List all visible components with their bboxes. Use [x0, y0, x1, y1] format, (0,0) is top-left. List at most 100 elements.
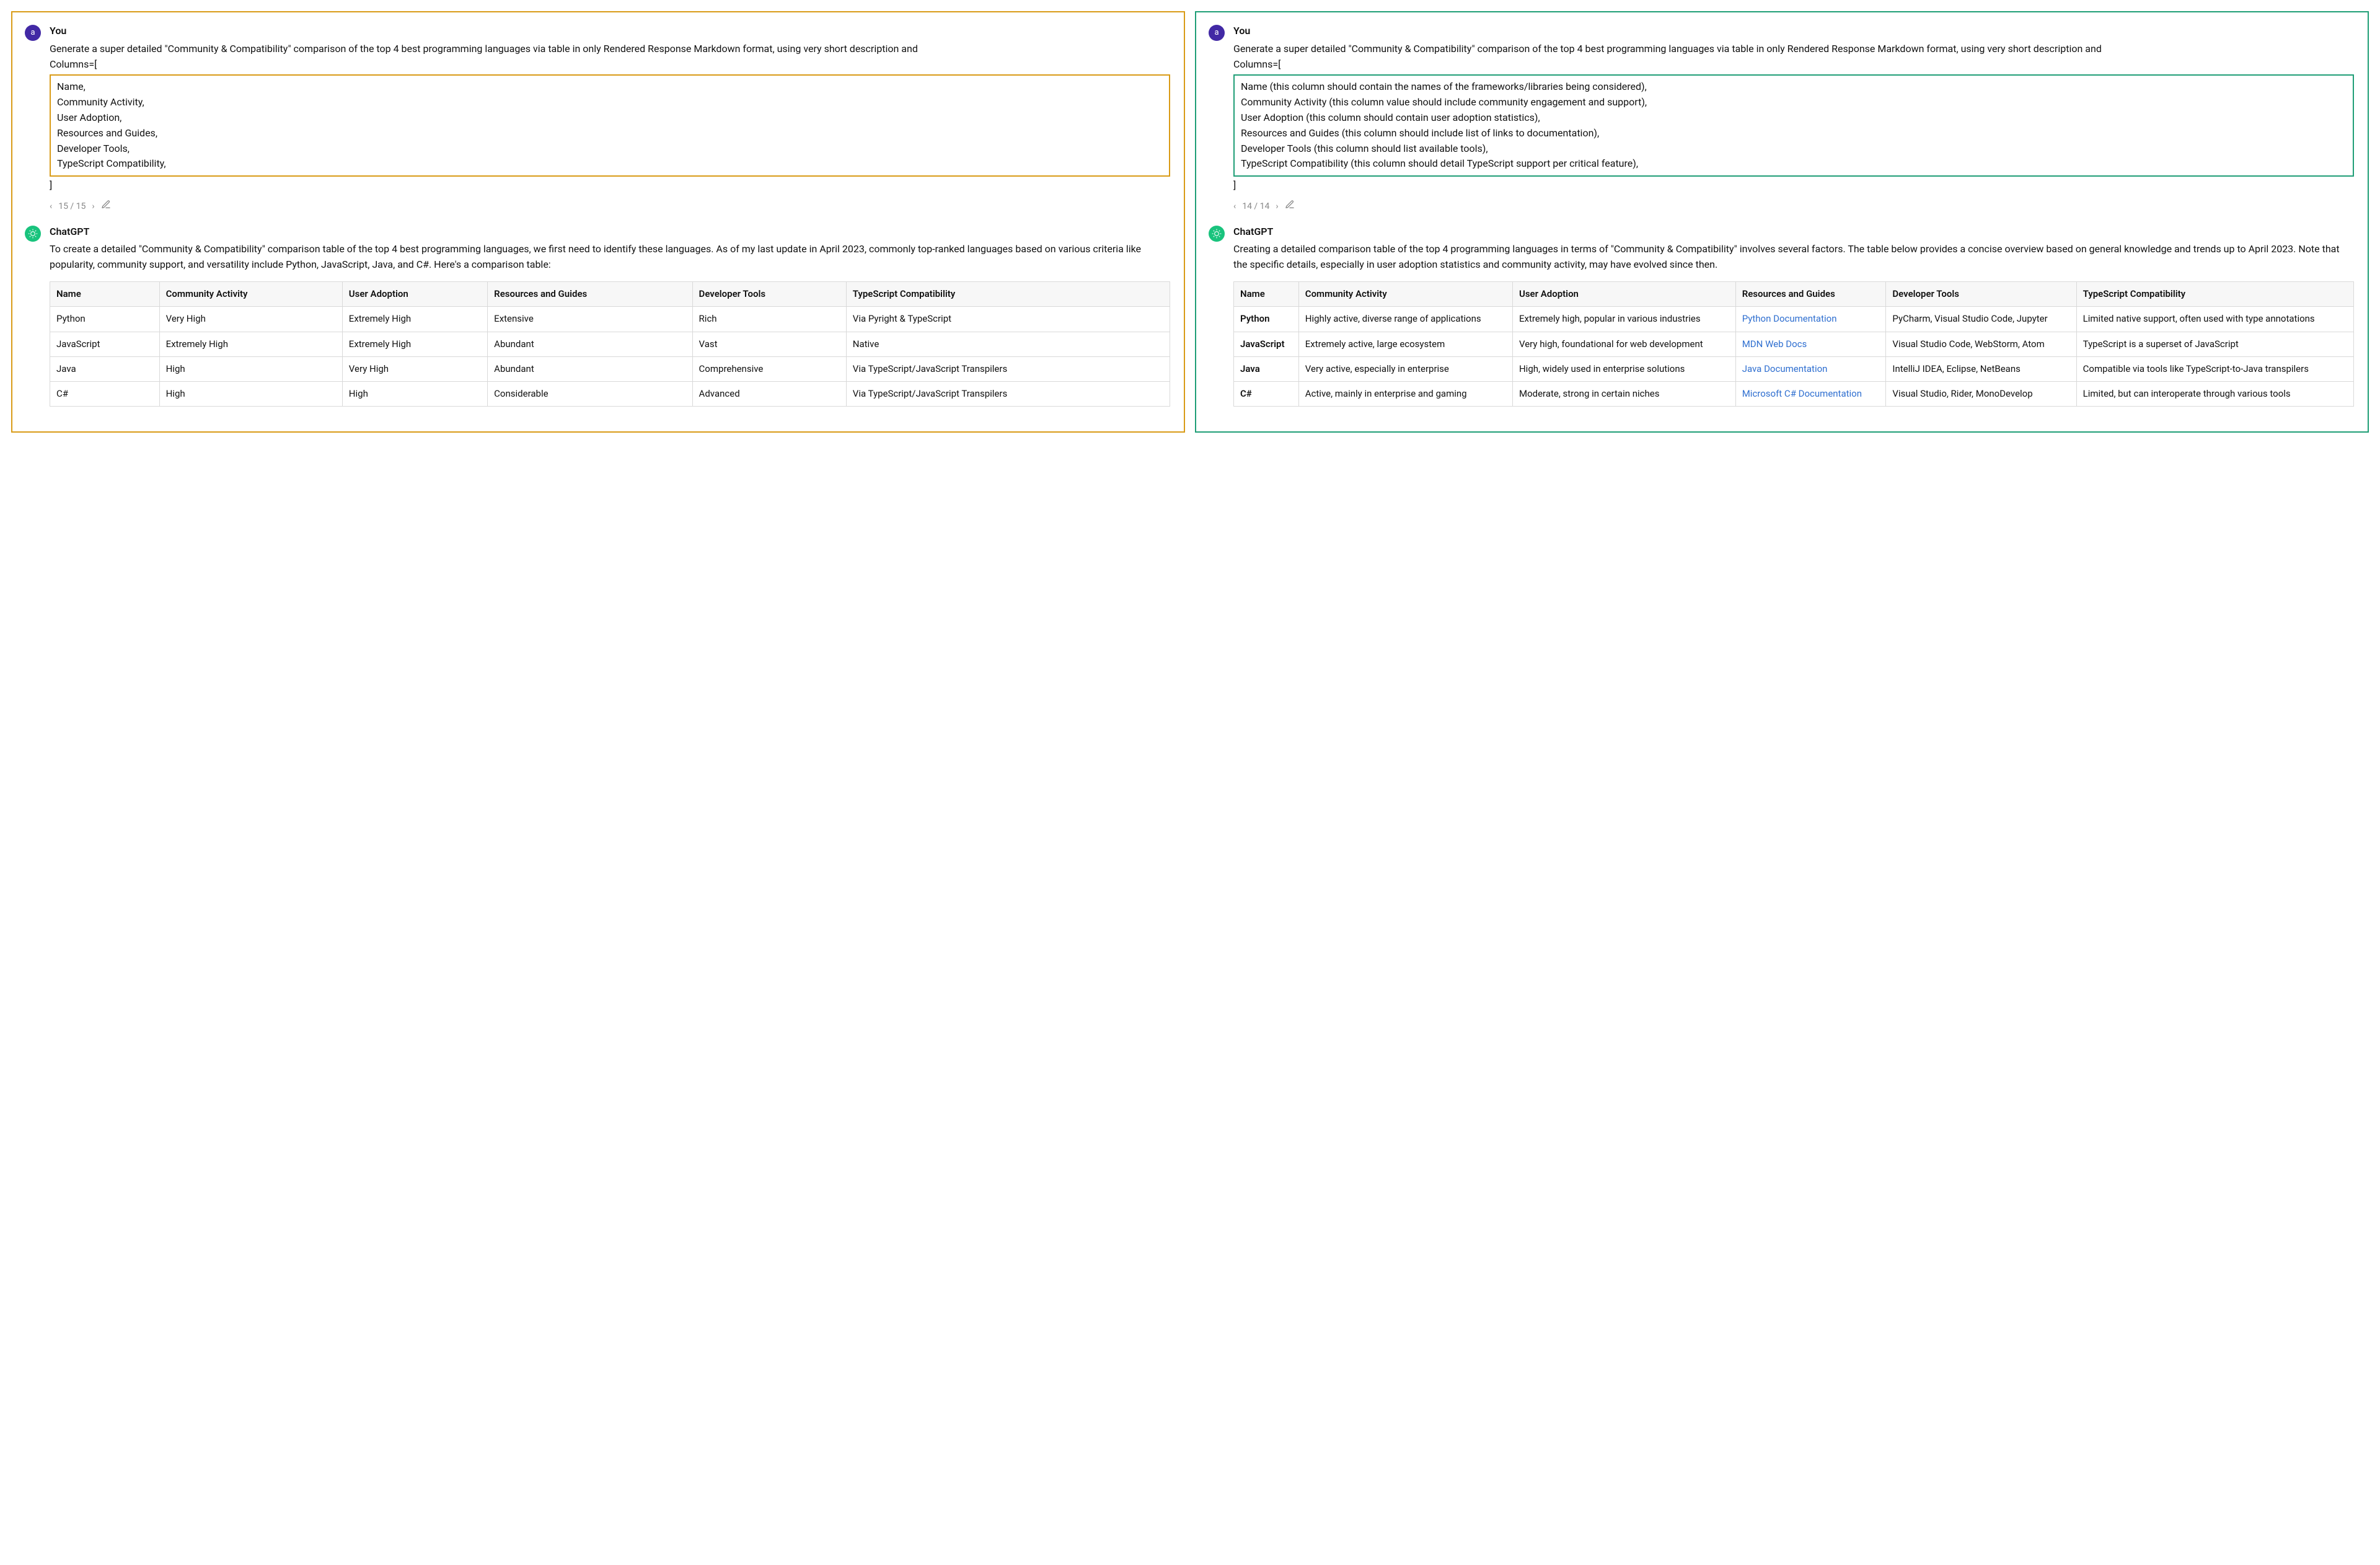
td-tools: Vast: [692, 332, 846, 356]
td-adoption: Extremely High: [342, 307, 487, 332]
td-activity: Very active, especially in enterprise: [1298, 356, 1512, 381]
col-line: Resources and Guides (this column should…: [1241, 126, 2347, 141]
table-row: Python Highly active, diverse range of a…: [1234, 307, 2354, 332]
avatar-user: a: [1209, 25, 1225, 41]
td-activity: Extremely active, large ecosystem: [1298, 332, 1512, 356]
chevron-right-icon[interactable]: ›: [1276, 200, 1278, 214]
th-adoption: User Adoption: [342, 282, 487, 307]
col-line: TypeScript Compatibility (this column sh…: [1241, 156, 2347, 172]
td-tools: Rich: [692, 307, 846, 332]
columns-keyword: Columns=[: [50, 57, 1170, 73]
td-adoption: Very high, foundational for web developm…: [1512, 332, 1735, 356]
col-line: User Adoption (this column should contai…: [1241, 110, 2347, 126]
prompt-intro: Generate a super detailed "Community & C…: [50, 42, 1170, 57]
table-row: JavaScript Extremely active, large ecosy…: [1234, 332, 2354, 356]
table-row: C# High High Considerable Advanced Via T…: [50, 382, 1170, 407]
td-resources: Abundant: [488, 332, 692, 356]
td-tools: Comprehensive: [692, 356, 846, 381]
col-line: Community Activity,: [57, 95, 1163, 110]
chevron-left-icon[interactable]: ‹: [1233, 200, 1236, 214]
th-resources: Resources and Guides: [1735, 282, 1886, 307]
td-adoption: Very High: [342, 356, 487, 381]
edit-icon[interactable]: [1285, 200, 1295, 214]
td-activity: High: [159, 382, 342, 407]
td-activity: Active, mainly in enterprise and gaming: [1298, 382, 1512, 407]
td-name: JavaScript: [50, 332, 160, 356]
th-resources: Resources and Guides: [488, 282, 692, 307]
panel-left: a You Generate a super detailed "Communi…: [11, 11, 1185, 433]
prompt-intro: Generate a super detailed "Community & C…: [1233, 42, 2354, 57]
columns-close: ]: [1233, 178, 2354, 193]
td-resources: Java Documentation: [1735, 356, 1886, 381]
pager: ‹ 15 / 15 ›: [50, 200, 1170, 214]
td-resources: Extensive: [488, 307, 692, 332]
td-adoption: High, widely used in enterprise solution…: [1512, 356, 1735, 381]
comparison-table: Name Community Activity User Adoption Re…: [50, 281, 1170, 407]
user-label: You: [50, 24, 1170, 39]
table-row: Java High Very High Abundant Comprehensi…: [50, 356, 1170, 381]
td-ts: Via TypeScript/JavaScript Transpilers: [846, 382, 1170, 407]
comparison-table: Name Community Activity User Adoption Re…: [1233, 281, 2354, 407]
user-msg-body: You Generate a super detailed "Community…: [50, 24, 1170, 214]
pager-text: 15 / 15: [58, 200, 86, 214]
col-line: Developer Tools (this column should list…: [1241, 141, 2347, 157]
doc-link[interactable]: Microsoft C# Documentation: [1742, 388, 1862, 399]
chevron-left-icon[interactable]: ‹: [50, 200, 52, 214]
pager: ‹ 14 / 14 ›: [1233, 200, 2354, 214]
assistant-text: To create a detailed "Community & Compat…: [50, 242, 1170, 273]
th-tools: Developer Tools: [1886, 282, 2076, 307]
columns-close: ]: [50, 178, 1170, 193]
columns-block: Name, Community Activity, User Adoption,…: [50, 74, 1170, 177]
td-name: JavaScript: [1234, 332, 1299, 356]
td-ts: TypeScript is a superset of JavaScript: [2076, 332, 2353, 356]
td-adoption: Extremely High: [342, 332, 487, 356]
th-tools: Developer Tools: [692, 282, 846, 307]
doc-link[interactable]: Python Documentation: [1742, 313, 1837, 324]
td-activity: Highly active, diverse range of applicat…: [1298, 307, 1512, 332]
col-line: Resources and Guides,: [57, 126, 1163, 141]
assistant-message: ChatGPT Creating a detailed comparison t…: [1209, 224, 2354, 407]
td-resources: Python Documentation: [1735, 307, 1886, 332]
td-name: Python: [50, 307, 160, 332]
td-adoption: Moderate, strong in certain niches: [1512, 382, 1735, 407]
chevron-right-icon[interactable]: ›: [92, 200, 94, 214]
td-tools: PyCharm, Visual Studio Code, Jupyter: [1886, 307, 2076, 332]
td-ts: Limited, but can interoperate through va…: [2076, 382, 2353, 407]
assistant-label: ChatGPT: [50, 224, 1170, 240]
columns-keyword: Columns=[: [1233, 57, 2354, 73]
td-ts: Via TypeScript/JavaScript Transpilers: [846, 356, 1170, 381]
col-line: Name (this column should contain the nam…: [1241, 79, 2347, 95]
td-activity: High: [159, 356, 342, 381]
td-tools: Visual Studio, Rider, MonoDevelop: [1886, 382, 2076, 407]
user-label: You: [1233, 24, 2354, 39]
avatar-user: a: [25, 25, 41, 41]
td-ts: Native: [846, 332, 1170, 356]
doc-link[interactable]: Java Documentation: [1742, 363, 1828, 374]
col-line: Community Activity (this column value sh…: [1241, 95, 2347, 110]
th-adoption: User Adoption: [1512, 282, 1735, 307]
td-name: C#: [50, 382, 160, 407]
th-name: Name: [50, 282, 160, 307]
td-name: Python: [1234, 307, 1299, 332]
col-line: User Adoption,: [57, 110, 1163, 126]
td-name: Java: [50, 356, 160, 381]
avatar-assistant: [25, 226, 41, 242]
avatar-assistant: [1209, 226, 1225, 242]
th-name: Name: [1234, 282, 1299, 307]
td-name: C#: [1234, 382, 1299, 407]
td-tools: Visual Studio Code, WebStorm, Atom: [1886, 332, 2076, 356]
td-tools: IntelliJ IDEA, Eclipse, NetBeans: [1886, 356, 2076, 381]
col-line: Developer Tools,: [57, 141, 1163, 157]
user-msg-body: You Generate a super detailed "Community…: [1233, 24, 2354, 214]
edit-icon[interactable]: [101, 200, 111, 214]
td-activity: Extremely High: [159, 332, 342, 356]
td-resources: MDN Web Docs: [1735, 332, 1886, 356]
table-row: JavaScript Extremely High Extremely High…: [50, 332, 1170, 356]
avatar-letter: a: [30, 27, 35, 39]
doc-link[interactable]: MDN Web Docs: [1742, 338, 1807, 350]
user-message: a You Generate a super detailed "Communi…: [1209, 24, 2354, 214]
table-header-row: Name Community Activity User Adoption Re…: [50, 282, 1170, 307]
table-row: C# Active, mainly in enterprise and gami…: [1234, 382, 2354, 407]
assistant-msg-body: ChatGPT To create a detailed "Community …: [50, 224, 1170, 407]
assistant-label: ChatGPT: [1233, 224, 2354, 240]
